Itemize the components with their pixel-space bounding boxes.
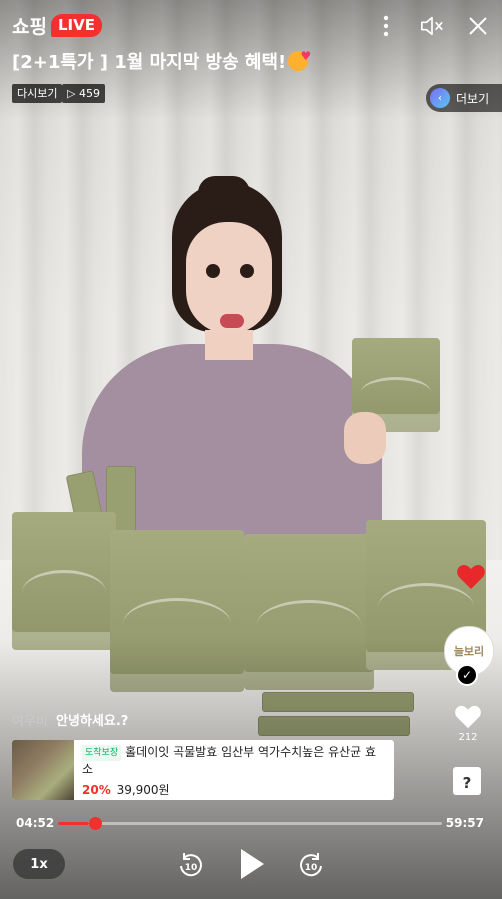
svg-text:10: 10 bbox=[305, 863, 318, 873]
live-badge: LIVE bbox=[50, 14, 102, 37]
progress-fill bbox=[58, 822, 90, 825]
skip-back-button[interactable]: 10 bbox=[174, 848, 208, 882]
product-box bbox=[12, 512, 116, 650]
playback-speed-label: 1x bbox=[30, 856, 48, 872]
skip-forward-button[interactable]: 10 bbox=[294, 848, 328, 882]
chat-comment: 여우비 안녕하세요.? bbox=[12, 710, 128, 729]
like-button[interactable]: 212 bbox=[450, 704, 486, 743]
product-title-text: 홀데이잇 곡물발효 임산부 역가수치높은 유산균 효소 bbox=[82, 745, 377, 776]
check-icon[interactable]: ✓ bbox=[456, 664, 478, 686]
presenter-neck bbox=[205, 330, 253, 360]
price-row: 20% 39,900원 bbox=[82, 781, 386, 798]
floating-heart-icon bbox=[456, 563, 486, 598]
total-duration: 59:57 bbox=[445, 816, 484, 830]
product-thumbnail bbox=[12, 740, 74, 800]
current-time: 04:52 bbox=[16, 816, 55, 830]
channel-avatar-text: 늘보리 bbox=[453, 645, 485, 658]
comment-username: 여우비 bbox=[12, 714, 48, 729]
product-info: 도착보장 홀데이잇 곡물발효 임산부 역가수치높은 유산균 효소 20% 39,9… bbox=[74, 740, 394, 800]
more-chevron-icon: ‹ bbox=[430, 88, 450, 108]
top-controls bbox=[374, 14, 490, 38]
close-icon[interactable] bbox=[466, 14, 490, 38]
more-label: 더보기 bbox=[456, 91, 490, 106]
presenter-hand bbox=[344, 412, 386, 464]
product-card[interactable]: 도착보장 홀데이잇 곡물발효 임산부 역가수치높은 유산균 효소 20% 39,9… bbox=[12, 740, 394, 800]
comment-text: 안녕하세요.? bbox=[56, 714, 129, 729]
shopping-bag-icon[interactable]: ? bbox=[453, 767, 481, 795]
forward-10-icon: 10 bbox=[300, 853, 322, 877]
view-count: ▷ 459 bbox=[62, 84, 105, 103]
play-button[interactable] bbox=[234, 846, 270, 882]
heart-face-emoji-icon bbox=[288, 49, 311, 71]
presenter-lips bbox=[220, 314, 244, 328]
speaker-muted-icon[interactable] bbox=[420, 14, 444, 38]
shopping-live-logo[interactable]: 쇼핑 LIVE bbox=[12, 12, 102, 39]
presenter-eye-right bbox=[240, 264, 254, 278]
live-stream-player[interactable]: 쇼핑 LIVE [2+1특가 ] 1월 마지막 방송 혜택! 다시보기 ▷ 45… bbox=[0, 0, 502, 899]
heart-icon bbox=[455, 705, 481, 729]
more-button[interactable]: ‹ 더보기 bbox=[426, 84, 502, 112]
product-price: 39,900원 bbox=[116, 783, 170, 797]
stream-title: [2+1특가 ] 1월 마지막 방송 혜택! bbox=[12, 48, 311, 74]
brand-text: 쇼핑 bbox=[12, 16, 47, 38]
replay-label: 다시보기 bbox=[12, 84, 63, 103]
progress-knob[interactable] bbox=[89, 817, 102, 830]
product-title: 도착보장 홀데이잇 곡물발효 임산부 역가수치높은 유산균 효소 bbox=[82, 744, 386, 777]
more-vertical-icon[interactable] bbox=[374, 14, 398, 38]
play-icon bbox=[241, 849, 264, 879]
presenter-eye-left bbox=[206, 264, 220, 278]
delivery-guarantee-badge: 도착보장 bbox=[82, 745, 122, 761]
svg-text:10: 10 bbox=[185, 863, 198, 873]
like-count: 212 bbox=[458, 732, 478, 743]
playback-speed-button[interactable]: 1x bbox=[13, 849, 65, 879]
presenter-hair-bun bbox=[198, 176, 250, 210]
stream-title-text: [2+1특가 ] 1월 마지막 방송 혜택! bbox=[12, 52, 287, 73]
progress-track[interactable] bbox=[58, 822, 442, 825]
rewind-10-icon: 10 bbox=[180, 853, 202, 877]
discount-rate: 20% bbox=[82, 783, 111, 797]
